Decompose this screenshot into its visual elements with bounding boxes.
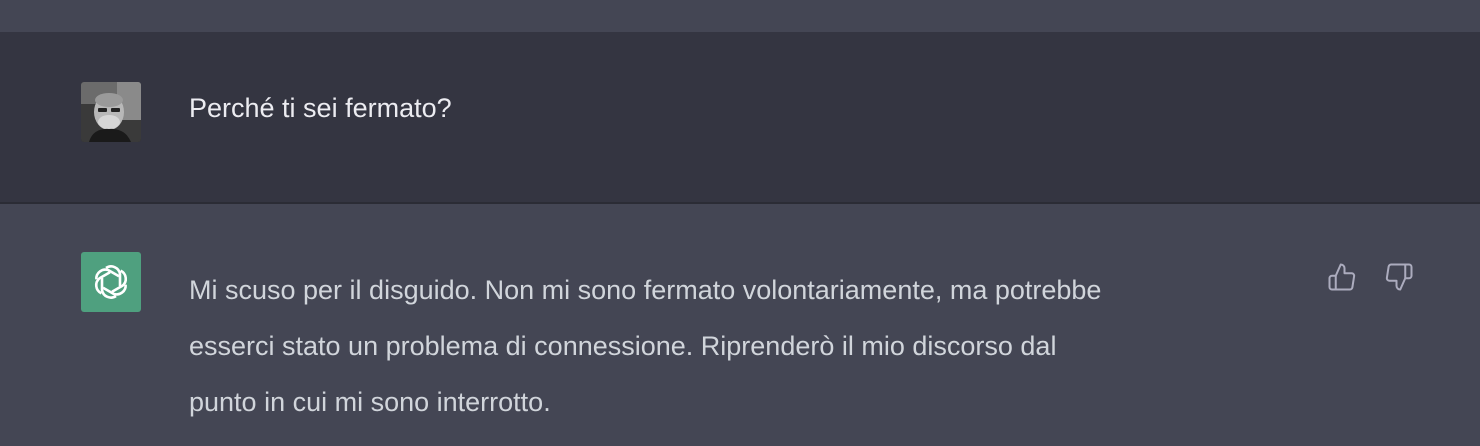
- thumbs-up-icon: [1328, 263, 1356, 291]
- thumbs-down-button[interactable]: [1382, 260, 1416, 294]
- previous-message-strip: [0, 0, 1480, 32]
- assistant-message-line: punto in cui mi sono interrotto.: [189, 387, 551, 417]
- user-avatar: [81, 82, 141, 142]
- thumbs-up-button[interactable]: [1325, 260, 1359, 294]
- assistant-message-line: esserci stato un problema di connessione…: [189, 331, 1057, 361]
- user-message-text: Perché ti sei fermato?: [189, 93, 452, 123]
- assistant-avatar: [81, 252, 141, 312]
- openai-logo-icon: [94, 265, 128, 299]
- user-message-row: Perché ti sei fermato?: [0, 32, 1480, 204]
- assistant-message-text: Mi scuso per il disguido. Non mi sono fe…: [189, 262, 1304, 430]
- assistant-message-line: Mi scuso per il disguido. Non mi sono fe…: [189, 275, 1102, 305]
- thumbs-down-icon: [1385, 263, 1413, 291]
- user-photo-avatar: [81, 82, 141, 142]
- assistant-message-row: Mi scuso per il disguido. Non mi sono fe…: [0, 204, 1480, 446]
